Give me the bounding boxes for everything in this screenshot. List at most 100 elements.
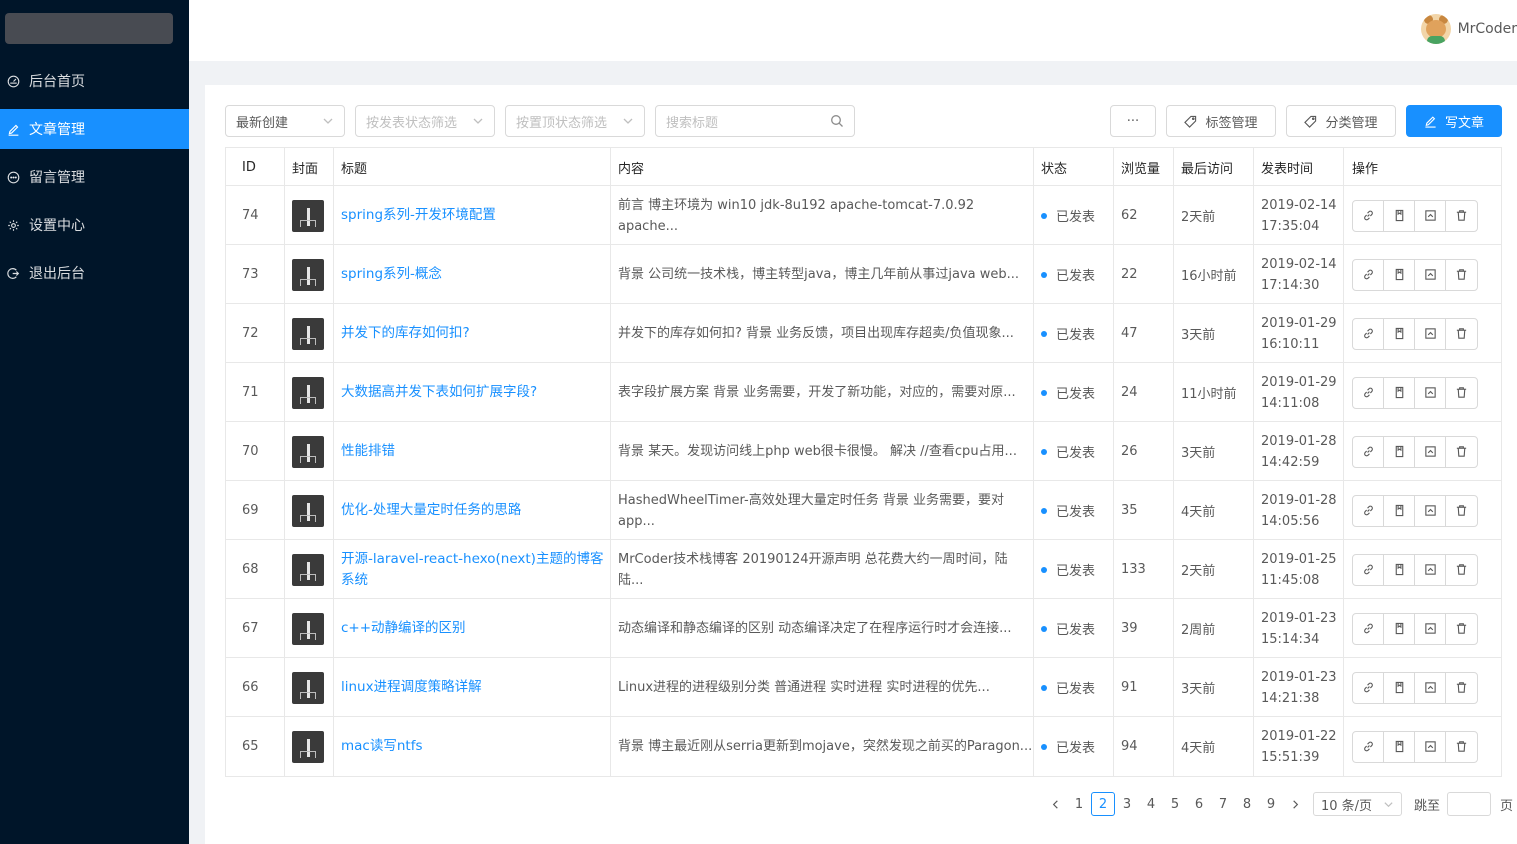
link-icon[interactable]	[1353, 613, 1384, 644]
publish-date: 2019-01-23	[1261, 669, 1337, 685]
write-article-button[interactable]: 写文章	[1406, 105, 1502, 137]
link-icon[interactable]	[1353, 318, 1384, 349]
book-icon[interactable]	[1384, 436, 1415, 467]
cover-thumbnail[interactable]	[292, 317, 324, 350]
book-icon[interactable]	[1384, 377, 1415, 408]
delete-icon[interactable]	[1446, 201, 1477, 231]
article-title-link[interactable]: spring系列-开发环境配置	[341, 205, 496, 226]
more-button[interactable]: ···	[1110, 105, 1156, 137]
sidebar-item-articles[interactable]: 文章管理	[0, 109, 189, 149]
table-header: ID 封面 标题 内容 状态 浏览量 最后访问 发表时间 操作	[226, 148, 1501, 186]
cover-thumbnail[interactable]	[292, 671, 324, 704]
pin-top-icon[interactable]	[1415, 731, 1446, 762]
search-icon[interactable]	[830, 114, 844, 128]
article-title-link[interactable]: 并发下的库存如何扣?	[341, 323, 470, 344]
sidebar-item-dashboard[interactable]: 后台首页	[0, 61, 189, 101]
article-title-link[interactable]: linux进程调度策略详解	[341, 677, 482, 698]
link-icon[interactable]	[1353, 554, 1384, 585]
search-input[interactable]: 搜索标题	[655, 105, 855, 137]
category-manage-button[interactable]: 分类管理	[1286, 105, 1396, 137]
tag-manage-button[interactable]: 标签管理	[1166, 105, 1276, 137]
status-filter-select[interactable]: 按发表状态筛选	[355, 105, 495, 137]
avatar	[1420, 14, 1451, 44]
page-1-button[interactable]: 1	[1067, 792, 1091, 816]
article-title-link[interactable]: spring系列-概念	[341, 264, 442, 285]
column-header-actions: 操作	[1352, 161, 1379, 177]
link-icon[interactable]	[1353, 436, 1384, 467]
page-2-button[interactable]: 2	[1091, 792, 1115, 816]
page-8-button[interactable]: 8	[1235, 792, 1259, 816]
pin-top-icon[interactable]	[1415, 554, 1446, 585]
link-icon[interactable]	[1353, 672, 1384, 703]
status-badge: 已发表	[1041, 560, 1095, 579]
delete-icon[interactable]	[1446, 614, 1477, 644]
cover-thumbnail[interactable]	[292, 435, 324, 468]
page-size-select[interactable]: 10 条/页	[1313, 792, 1402, 816]
link-icon[interactable]	[1353, 731, 1384, 762]
article-title-link[interactable]: 开源-laravel-react-hexo(next)主题的博客系统	[341, 549, 610, 591]
page-5-button[interactable]: 5	[1163, 792, 1187, 816]
pin-top-icon[interactable]	[1415, 200, 1446, 231]
user-menu[interactable]: MrCoder	[1420, 14, 1517, 44]
book-icon[interactable]	[1384, 200, 1415, 231]
book-icon[interactable]	[1384, 495, 1415, 526]
column-header-views[interactable]: 浏览量	[1114, 148, 1174, 186]
book-icon[interactable]	[1384, 613, 1415, 644]
cover-thumbnail[interactable]	[292, 730, 324, 763]
book-icon[interactable]	[1384, 672, 1415, 703]
next-page-button[interactable]	[1283, 792, 1307, 816]
sidebar-item-comments[interactable]: 留言管理	[0, 157, 189, 197]
cell-cover	[285, 186, 334, 245]
delete-icon[interactable]	[1446, 555, 1477, 585]
article-title-link[interactable]: mac读写ntfs	[341, 736, 422, 757]
link-icon[interactable]	[1353, 495, 1384, 526]
book-icon[interactable]	[1384, 731, 1415, 762]
page-6-button[interactable]: 6	[1187, 792, 1211, 816]
delete-icon[interactable]	[1446, 673, 1477, 703]
page-4-button[interactable]: 4	[1139, 792, 1163, 816]
cover-thumbnail[interactable]	[292, 612, 324, 645]
pin-top-icon[interactable]	[1415, 436, 1446, 467]
sort-select[interactable]: 最新创建	[225, 105, 345, 137]
sidebar-item-settings[interactable]: 设置中心	[0, 205, 189, 245]
cover-thumbnail[interactable]	[292, 376, 324, 409]
link-icon[interactable]	[1353, 200, 1384, 231]
prev-page-button[interactable]	[1043, 792, 1067, 816]
status-text: 已发表	[1056, 682, 1096, 697]
book-icon[interactable]	[1384, 554, 1415, 585]
article-title-link[interactable]: 性能排错	[341, 441, 395, 462]
sidebar-item-logout[interactable]: 退出后台	[0, 253, 189, 293]
delete-icon[interactable]	[1446, 260, 1477, 290]
page-7-button[interactable]: 7	[1211, 792, 1235, 816]
book-icon[interactable]	[1384, 259, 1415, 290]
delete-icon[interactable]	[1446, 496, 1477, 526]
pin-top-icon[interactable]	[1415, 259, 1446, 290]
column-header-last-visit[interactable]: 最后访问	[1174, 148, 1254, 186]
article-title-link[interactable]: c++动静编译的区别	[341, 618, 466, 639]
table-row: 65 mac读写ntfs 背景 博主最近刚从serria更新到mojave，突然发现…	[226, 717, 1501, 776]
pin-top-icon[interactable]	[1415, 318, 1446, 349]
page-9-button[interactable]: 9	[1259, 792, 1283, 816]
delete-icon[interactable]	[1446, 319, 1477, 349]
column-header-id[interactable]: ID	[226, 148, 285, 186]
link-icon[interactable]	[1353, 259, 1384, 290]
column-header-publish-time[interactable]: 发表时间	[1254, 148, 1344, 186]
top-filter-select[interactable]: 按置顶状态筛选	[505, 105, 645, 137]
article-title-link[interactable]: 大数据高并发下表如何扩展字段?	[341, 382, 537, 403]
pin-top-icon[interactable]	[1415, 613, 1446, 644]
delete-icon[interactable]	[1446, 732, 1477, 762]
delete-icon[interactable]	[1446, 437, 1477, 467]
article-title-link[interactable]: 优化-处理大量定时任务的思路	[341, 500, 521, 521]
jump-page-input[interactable]	[1447, 792, 1492, 816]
link-icon[interactable]	[1353, 377, 1384, 408]
cover-thumbnail[interactable]	[292, 494, 324, 527]
page-3-button[interactable]: 3	[1115, 792, 1139, 816]
pin-top-icon[interactable]	[1415, 495, 1446, 526]
cover-thumbnail[interactable]	[292, 553, 324, 586]
pin-top-icon[interactable]	[1415, 377, 1446, 408]
cover-thumbnail[interactable]	[292, 258, 324, 291]
pin-top-icon[interactable]	[1415, 672, 1446, 703]
delete-icon[interactable]	[1446, 378, 1477, 408]
book-icon[interactable]	[1384, 318, 1415, 349]
cover-thumbnail[interactable]	[292, 199, 324, 232]
